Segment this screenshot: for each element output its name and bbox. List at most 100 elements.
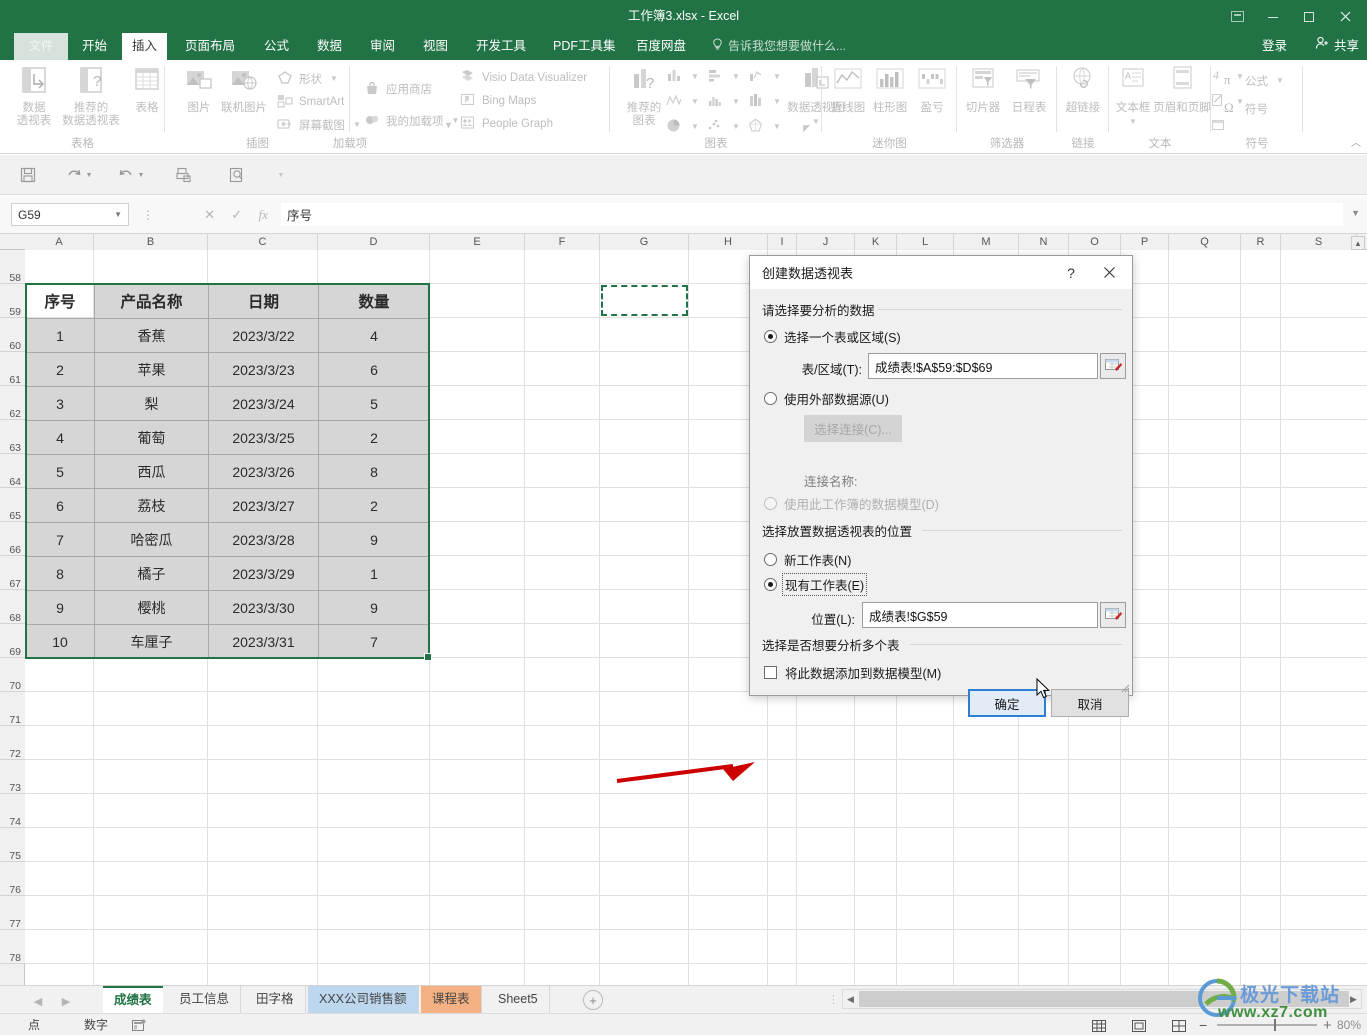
collapse-dialog-table-range-button[interactable] — [1100, 353, 1126, 379]
radio-external-source[interactable]: 使用外部数据源(U) — [764, 389, 889, 408]
row-header-65[interactable]: 65 — [0, 488, 25, 522]
header-footer-button[interactable]: 页眉和页脚 — [1153, 64, 1211, 115]
sign-in-button[interactable]: 登录 — [1262, 33, 1287, 60]
print-preview-icon[interactable] — [225, 163, 249, 187]
tab-data[interactable]: 数据 — [307, 33, 352, 60]
cancel-edit-icon[interactable]: ✕ — [204, 207, 215, 223]
column-header-L[interactable]: L — [897, 234, 954, 250]
dialog-resize-grip[interactable] — [1118, 681, 1130, 693]
cell-C61[interactable]: 2023/3/23 — [209, 353, 318, 386]
row-header-75[interactable]: 75 — [0, 828, 25, 862]
row-header-78[interactable]: 78 — [0, 930, 25, 964]
redo-icon[interactable] — [62, 163, 86, 187]
scroll-right-arrow[interactable]: ▶ — [1346, 990, 1361, 1008]
radio-existing-worksheet[interactable]: 现有工作表(E) — [764, 573, 868, 596]
recommended-charts-button[interactable]: ? 推荐的 图表 — [615, 64, 673, 128]
cell-C69[interactable]: 2023/3/31 — [209, 625, 318, 658]
column-header-C[interactable]: C — [208, 234, 318, 250]
cell-D61[interactable]: 6 — [319, 353, 429, 386]
undo-icon[interactable] — [113, 163, 137, 187]
bar-chart-button[interactable]: ▼ — [707, 68, 740, 85]
radar-chart-button[interactable]: ▼ — [748, 118, 781, 135]
cell-B61[interactable]: 苹果 — [95, 353, 208, 386]
cell-D65[interactable]: 2 — [319, 489, 429, 522]
cell-A62[interactable]: 3 — [26, 387, 94, 420]
cell-C60[interactable]: 2023/3/22 — [209, 319, 318, 352]
tab-pdf-tools[interactable]: PDF工具集 — [543, 33, 626, 60]
sparkline-line-button[interactable]: 折线图 — [826, 64, 870, 115]
sheet-tab-yuangongxinxi[interactable]: 员工信息 — [168, 986, 242, 1013]
save-icon[interactable] — [16, 163, 40, 187]
horizontal-scroll-thumb[interactable] — [859, 991, 1349, 1007]
row-header-77[interactable]: 77 — [0, 896, 25, 930]
textbox-button[interactable]: A 文本框 ▼ — [1109, 64, 1157, 128]
row-header-59[interactable]: 59 — [0, 284, 25, 318]
row-header-69[interactable]: 69 — [0, 624, 25, 658]
cell-B65[interactable]: 荔枝 — [95, 489, 208, 522]
cell-A68[interactable]: 9 — [26, 591, 94, 624]
surface-chart-button[interactable]: ▼ — [748, 93, 781, 110]
sparkline-column-button[interactable]: 柱形图 — [868, 64, 912, 115]
cell-D69[interactable]: 7 — [319, 625, 429, 658]
sheet-tab-sheet5[interactable]: Sheet5 — [487, 986, 550, 1013]
insert-function-icon[interactable]: fx — [258, 207, 267, 223]
smartart-button[interactable]: SmartArt — [277, 93, 344, 110]
bing-maps-button[interactable]: Bing Maps — [460, 92, 536, 109]
cell-B63[interactable]: 葡萄 — [95, 421, 208, 454]
zoom-slider[interactable] — [1217, 1019, 1317, 1031]
confirm-edit-icon[interactable]: ✓ — [231, 207, 242, 223]
cell-B67[interactable]: 橘子 — [95, 557, 208, 590]
charts-dialog-launcher[interactable]: ◤ — [803, 123, 810, 134]
zoom-in-button[interactable]: + — [1323, 1017, 1332, 1034]
tab-home[interactable]: 开始 — [72, 33, 117, 60]
tab-formulas[interactable]: 公式 — [254, 33, 299, 60]
collapse-dialog-location-button[interactable] — [1100, 602, 1126, 628]
cell-C64[interactable]: 2023/3/26 — [209, 455, 318, 488]
cell-B59[interactable]: 产品名称 — [95, 284, 208, 318]
histogram-chart-button[interactable]: ▼ — [707, 93, 740, 110]
page-break-preview-icon[interactable] — [1168, 1017, 1190, 1034]
people-graph-button[interactable]: People Graph — [460, 115, 553, 132]
column-header-J[interactable]: J — [797, 234, 855, 250]
combo-chart-button[interactable]: ▼ — [748, 68, 781, 85]
vertical-scroll-up-arrow[interactable]: ▲ — [1351, 236, 1365, 250]
hyperlink-button[interactable]: 超链接 — [1054, 64, 1112, 115]
column-header-Q[interactable]: Q — [1169, 234, 1241, 250]
pie-chart-button[interactable]: ▼ — [666, 118, 699, 135]
row-header-72[interactable]: 72 — [0, 726, 25, 760]
ok-button[interactable]: 确定 — [968, 689, 1046, 717]
row-header-73[interactable]: 73 — [0, 760, 25, 794]
cell-C59[interactable]: 日期 — [209, 284, 318, 318]
row-header-58[interactable]: 58 — [0, 250, 25, 284]
cell-C66[interactable]: 2023/3/28 — [209, 523, 318, 556]
column-header-A[interactable]: A — [25, 234, 94, 250]
radio-new-worksheet[interactable]: 新工作表(N) — [764, 550, 851, 569]
share-button[interactable]: 共享 — [1315, 33, 1359, 60]
sheet-tab-tianzige[interactable]: 田字格 — [245, 986, 306, 1013]
online-picture-button[interactable]: 联机图片 — [213, 64, 275, 115]
formula-input[interactable]: 序号 — [281, 203, 1343, 226]
column-header-E[interactable]: E — [430, 234, 525, 250]
row-header-68[interactable]: 68 — [0, 590, 25, 624]
page-layout-icon[interactable] — [1128, 1017, 1150, 1034]
row-header-71[interactable]: 71 — [0, 692, 25, 726]
tab-developer[interactable]: 开发工具 — [466, 33, 536, 60]
column-header-P[interactable]: P — [1121, 234, 1169, 250]
column-header-N[interactable]: N — [1019, 234, 1069, 250]
column-header-G[interactable]: G — [600, 234, 689, 250]
office-store-button[interactable]: 应用商店 — [364, 80, 432, 97]
cell-C68[interactable]: 2023/3/30 — [209, 591, 318, 624]
cell-B68[interactable]: 樱桃 — [95, 591, 208, 624]
ribbon-display-options-icon[interactable] — [1219, 3, 1255, 31]
cell-A69[interactable]: 10 — [26, 625, 94, 658]
radio-select-table-range[interactable]: 选择一个表或区域(S) — [764, 327, 901, 346]
sparkline-winloss-button[interactable]: 盈亏 — [910, 64, 954, 115]
input-table-range[interactable]: 成绩表!$A$59:$D$69 — [868, 353, 1098, 379]
cell-B62[interactable]: 梨 — [95, 387, 208, 420]
checkbox-add-to-data-model[interactable]: 将此数据添加到数据模型(M) — [764, 663, 941, 682]
column-header-M[interactable]: M — [954, 234, 1019, 250]
tab-insert[interactable]: 插入 — [122, 33, 168, 60]
row-header-70[interactable]: 70 — [0, 658, 25, 692]
symbol-button[interactable]: Ω 符号 — [1223, 100, 1268, 117]
collapse-ribbon-button[interactable]: ︿ — [1351, 134, 1361, 149]
